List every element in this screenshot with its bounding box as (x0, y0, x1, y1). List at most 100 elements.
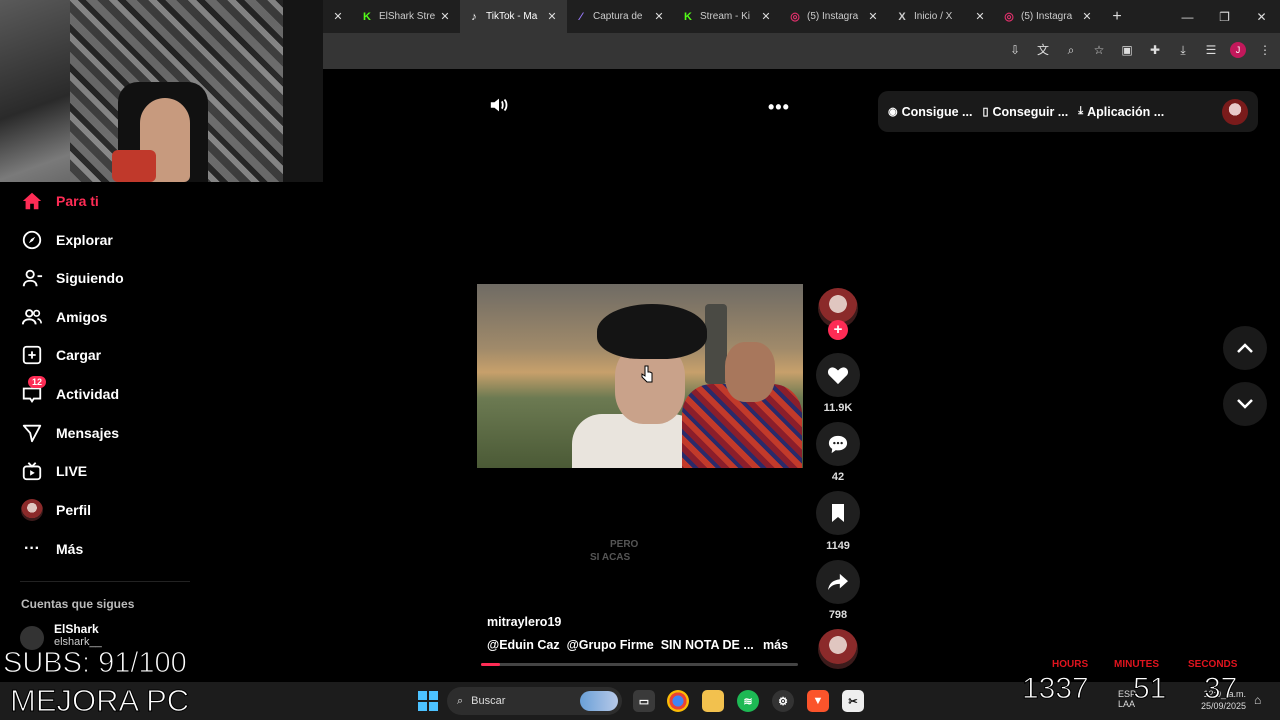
mention-link[interactable]: @Eduin Caz (487, 638, 560, 652)
get-app-button[interactable]: ▯ Conseguir ... (982, 105, 1068, 119)
chrome-icon[interactable] (667, 690, 689, 712)
video-player[interactable] (477, 284, 803, 468)
settings-gear-icon[interactable]: ⚙ (772, 690, 794, 712)
tab-tiktok[interactable]: ♪ TikTok - Ma ✕ (460, 0, 567, 33)
tab-label: TikTok - Ma (486, 11, 538, 22)
video-caption-overlay: PERO SI ACAS (590, 538, 638, 564)
close-icon[interactable]: ✕ (331, 10, 345, 23)
file-explorer-icon[interactable] (702, 690, 724, 712)
sidebar-item-mensajes[interactable]: Mensajes (20, 418, 119, 448)
comment-button[interactable] (816, 422, 860, 466)
previous-video-button[interactable] (1223, 326, 1267, 370)
close-icon[interactable]: ✕ (759, 10, 773, 23)
send-icon (20, 421, 44, 445)
tab-label: ElShark Stre (379, 11, 436, 22)
brave-icon[interactable]: ▼ (807, 690, 829, 712)
sidebar-item-amigos[interactable]: Amigos (20, 302, 107, 332)
picture-in-picture-icon[interactable]: ▣ (1118, 41, 1136, 59)
save-count: 1149 (826, 540, 850, 552)
windows-start-icon[interactable] (418, 691, 438, 711)
next-video-button[interactable] (1223, 382, 1267, 426)
video-progress-bar[interactable] (481, 663, 798, 666)
close-icon[interactable]: ✕ (438, 10, 452, 23)
sidebar-item-cargar[interactable]: Cargar (20, 340, 101, 370)
sidebar-item-para-ti[interactable]: Para ti (20, 186, 99, 216)
zoom-icon[interactable]: ⌕ (1062, 41, 1080, 59)
video-person-2-face (725, 342, 775, 402)
sidebar-item-explorar[interactable]: Explorar (20, 225, 113, 255)
profile-avatar[interactable]: J (1230, 42, 1246, 58)
share-button[interactable] (816, 560, 860, 604)
following-title: Cuentas que sigues (21, 597, 135, 611)
more-link[interactable]: más (763, 638, 788, 652)
sidebar-item-siguiendo[interactable]: Siguiendo (20, 263, 124, 293)
get-coins-button[interactable]: ◉ Consigue ... (888, 105, 972, 119)
tab-label: Captura de (593, 11, 643, 22)
desktop-app-button[interactable]: ⤓ Aplicación ... (1078, 105, 1164, 119)
user-avatar[interactable] (1222, 98, 1248, 125)
tab-close-partial[interactable]: ✕ (323, 0, 353, 33)
install-app-icon[interactable]: ⇩ (1006, 41, 1024, 59)
extensions-icon[interactable]: ✚ (1146, 41, 1164, 59)
sidebar-item-mas[interactable]: ··· Más (20, 534, 83, 564)
sidebar-item-label: Perfil (56, 502, 92, 518)
video-description: @Eduin Caz @Grupo Firme SIN NOTA DE ... … (487, 638, 788, 652)
notifications-icon[interactable]: ⌂ (1254, 693, 1261, 707)
close-window-icon[interactable]: ✕ (1243, 0, 1280, 33)
minimize-icon[interactable]: — (1169, 0, 1206, 33)
tab-stream-kick[interactable]: K Stream - Ki ✕ (674, 0, 781, 33)
timer-seconds-label: SECONDS (1188, 659, 1238, 670)
share-count: 798 (828, 609, 848, 621)
spotify-icon[interactable]: ≋ (737, 690, 759, 712)
sidebar-item-live[interactable]: LIVE (20, 456, 87, 486)
restore-icon[interactable]: ❐ (1206, 0, 1243, 33)
taskbar-search[interactable]: ⌕ Buscar (447, 687, 622, 715)
close-icon[interactable]: ✕ (973, 10, 987, 23)
like-button[interactable] (816, 353, 860, 397)
tab-x[interactable]: X Inicio / X ✕ (888, 0, 995, 33)
bookmark-star-icon[interactable]: ☆ (1090, 41, 1108, 59)
capcut-icon[interactable]: ✂ (842, 690, 864, 712)
timer-hours-value: 1337 (1022, 672, 1090, 706)
caption-line: PERO (610, 539, 639, 550)
new-tab-button[interactable]: + (1102, 8, 1132, 26)
tab-captura[interactable]: ⁄ Captura de ✕ (567, 0, 674, 33)
task-view-icon[interactable]: ▭ (633, 690, 655, 712)
video-author[interactable]: mitraylero19 (487, 615, 561, 629)
sidebar: Para ti Explorar Siguiendo Amigos Cargar (0, 182, 323, 682)
subs-goal-overlay: SUBS: 91/100 (3, 647, 188, 680)
sidebar-item-label: Siguiendo (56, 270, 124, 286)
chevron-down-icon (1237, 399, 1253, 409)
save-button[interactable] (816, 491, 860, 535)
sidebar-item-perfil[interactable]: Perfil (20, 495, 91, 525)
more-options-icon[interactable]: ••• (768, 97, 790, 118)
downloads-icon[interactable]: ⤓ (1174, 41, 1192, 59)
sidebar-item-label: Cargar (56, 347, 102, 363)
close-icon[interactable]: ✕ (866, 10, 880, 23)
mention-link[interactable]: @Grupo Firme (567, 638, 654, 652)
screen: ✕ K ElShark Stre ✕ ♪ TikTok - Ma ✕ ⁄ Cap… (0, 0, 1280, 720)
close-icon[interactable]: ✕ (1080, 10, 1094, 23)
pill-label: Aplicación ... (1087, 104, 1165, 119)
mejora-pc-overlay: MEJORA PC (9, 683, 190, 719)
tab-elshark[interactable]: K ElShark Stre ✕ (353, 0, 460, 33)
tab-instagram-1[interactable]: ◎ (5) Instagra ✕ (781, 0, 888, 33)
close-icon[interactable]: ✕ (652, 10, 666, 23)
following-account[interactable]: ElShark elshark__ (20, 622, 102, 650)
phone-icon: ▯ (982, 106, 989, 118)
sidebar-item-actividad[interactable]: 12 Actividad (20, 376, 119, 409)
volume-icon[interactable] (488, 95, 510, 120)
more-dots-icon: ··· (24, 540, 40, 557)
follow-plus-icon[interactable]: + (828, 320, 848, 340)
sidebar-item-label: Más (56, 541, 84, 557)
music-disc-avatar[interactable] (818, 629, 858, 669)
menu-dots-icon[interactable]: ⋮ (1256, 41, 1274, 59)
close-icon[interactable]: ✕ (545, 10, 559, 23)
tab-instagram-2[interactable]: ◎ (5) Instagra ✕ (995, 0, 1102, 33)
tab-label: (5) Instagra (1021, 11, 1073, 22)
reading-list-icon[interactable]: ☰ (1202, 41, 1220, 59)
webcam-snack-bag (112, 150, 156, 182)
like-count: 11.9K (823, 402, 853, 414)
activity-badge: 12 (28, 376, 47, 388)
translate-icon[interactable]: 文 (1034, 41, 1052, 59)
